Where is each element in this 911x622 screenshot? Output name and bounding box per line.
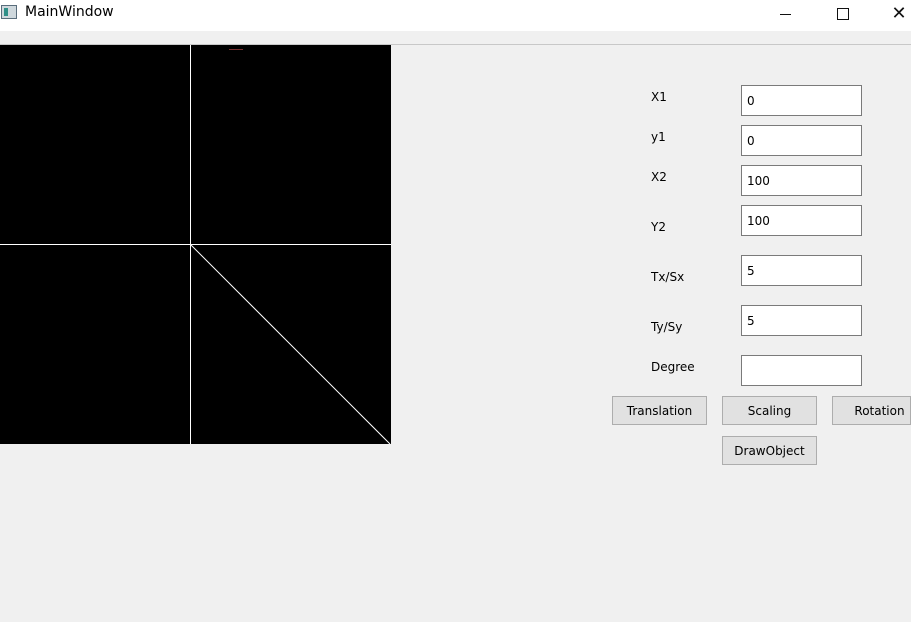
canvas-drawing (0, 45, 391, 444)
tx-sx-input[interactable] (741, 255, 862, 286)
x2-label: X2 (651, 170, 667, 184)
scaling-button[interactable]: Scaling (722, 396, 817, 425)
drawing-canvas[interactable] (0, 45, 391, 444)
app-icon (1, 5, 17, 19)
close-icon: ✕ (891, 3, 907, 24)
x1-label: X1 (651, 90, 667, 104)
x1-input[interactable] (741, 85, 862, 116)
x2-input[interactable] (741, 165, 862, 196)
y1-input[interactable] (741, 125, 862, 156)
y1-label: y1 (651, 130, 666, 144)
rotation-button[interactable]: Rotation (832, 396, 911, 425)
title-bar: MainWindow ✕ (0, 0, 911, 31)
maximize-icon (837, 8, 849, 20)
tx-sx-label: Tx/Sx (651, 270, 685, 284)
ty-sy-label: Ty/Sy (651, 320, 683, 334)
maximize-button[interactable] (820, 0, 866, 28)
draw-object-button[interactable]: DrawObject (722, 436, 817, 465)
degree-label: Degree (651, 360, 695, 374)
ty-sy-input[interactable] (741, 305, 862, 336)
y2-input[interactable] (741, 205, 862, 236)
minimize-icon (779, 13, 791, 15)
close-button[interactable]: ✕ (876, 0, 911, 28)
degree-input[interactable] (741, 355, 862, 386)
window-title: MainWindow (25, 4, 114, 20)
y2-label: Y2 (651, 220, 666, 234)
translation-button[interactable]: Translation (612, 396, 707, 425)
drawn-line (190, 244, 391, 444)
minimize-button[interactable] (762, 0, 808, 28)
